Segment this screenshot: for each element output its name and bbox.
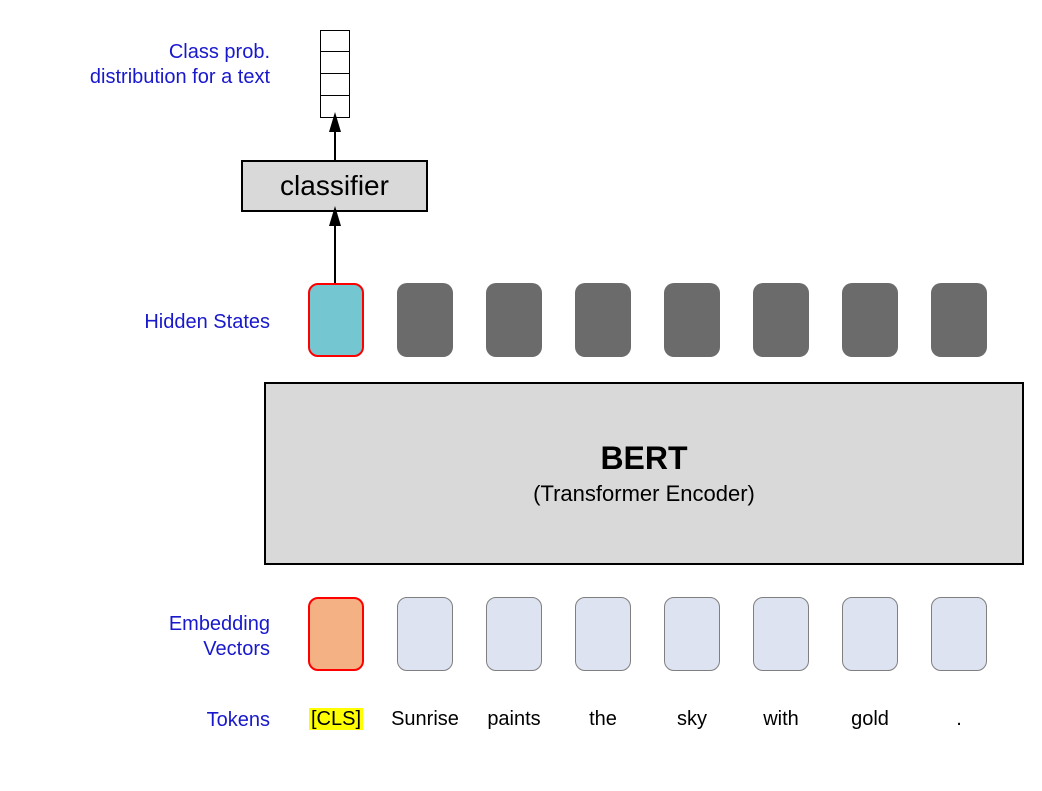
hidden-state — [753, 283, 809, 357]
label-hidden-states: Hidden States — [80, 310, 270, 335]
label-tokens: Tokens — [80, 708, 270, 733]
bert-subtitle: (Transformer Encoder) — [533, 481, 755, 507]
token: paints — [474, 708, 554, 731]
prob-cell — [320, 74, 350, 96]
hidden-state — [486, 283, 542, 357]
hidden-state — [842, 283, 898, 357]
embedding-vector — [664, 597, 720, 671]
token-cls: [CLS] — [298, 708, 374, 731]
prob-cell — [320, 96, 350, 118]
token: . — [919, 708, 999, 731]
embedding-vector — [575, 597, 631, 671]
token: the — [563, 708, 643, 731]
hidden-state — [931, 283, 987, 357]
hidden-state — [575, 283, 631, 357]
prob-cell — [320, 30, 350, 52]
label-embedding-vectors: Embedding Vectors — [80, 612, 270, 662]
embedding-vector — [486, 597, 542, 671]
arrow-classifier-to-prob — [333, 118, 337, 160]
embedding-vector — [753, 597, 809, 671]
prob-distribution — [320, 30, 350, 118]
label-class-prob: Class prob. distribution for a text — [40, 40, 270, 90]
token-cls-text: [CLS] — [309, 708, 363, 730]
embedding-vector — [842, 597, 898, 671]
arrow-cls-to-classifier — [333, 212, 337, 283]
bert-title: BERT — [600, 440, 687, 477]
token: sky — [652, 708, 732, 731]
hidden-state — [664, 283, 720, 357]
embedding-vector — [397, 597, 453, 671]
embedding-cls — [308, 597, 364, 671]
hidden-state-cls — [308, 283, 364, 357]
token: Sunrise — [380, 708, 470, 731]
hidden-state — [397, 283, 453, 357]
bert-box: BERT (Transformer Encoder) — [264, 382, 1024, 565]
token: with — [741, 708, 821, 731]
embedding-vector — [931, 597, 987, 671]
token: gold — [830, 708, 910, 731]
prob-cell — [320, 52, 350, 74]
classifier-box: classifier — [241, 160, 428, 212]
